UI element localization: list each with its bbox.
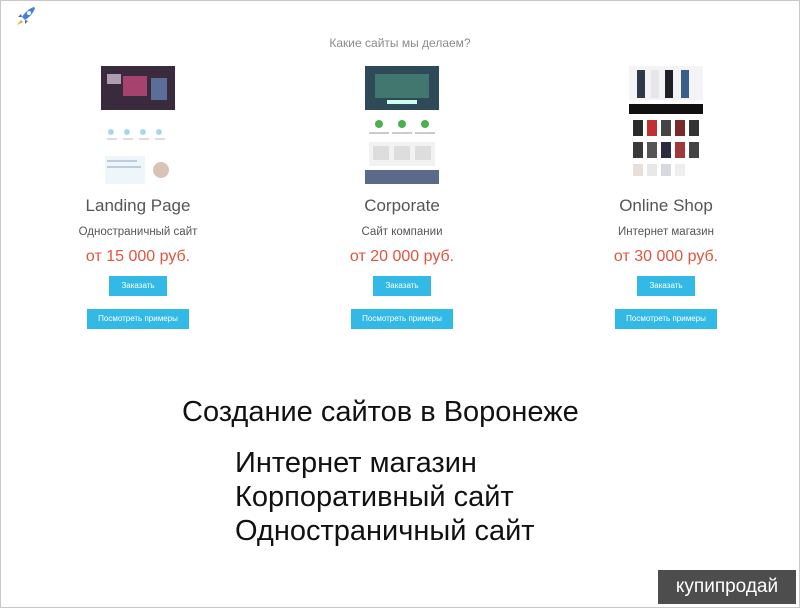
order-button[interactable]: Заказать — [637, 276, 695, 296]
watermark-badge: купипродай — [658, 570, 796, 604]
list-item: Одностраничный сайт — [235, 515, 535, 547]
list-item: Корпоративный сайт — [235, 481, 514, 513]
card-subtitle: Сайт компании — [361, 226, 443, 238]
card-title: Corporate — [364, 196, 440, 215]
card-price: от 30 000 руб. — [613, 248, 719, 265]
card-online-shop: Online Shop Интернет магазин от 30 000 р… — [576, 66, 756, 329]
list-item: Интернет магазин — [235, 447, 477, 479]
section-heading: Какие сайты мы делаем? — [329, 36, 471, 50]
card-title: Online Shop — [619, 196, 713, 215]
online-shop-preview-image — [629, 66, 703, 184]
corporate-preview-image — [365, 66, 439, 184]
view-examples-button[interactable]: Посмотреть примеры — [351, 309, 453, 329]
promo-headline: Создание сайтов в Воронеже — [182, 396, 579, 428]
view-examples-button[interactable]: Посмотреть примеры — [87, 309, 189, 329]
card-price: от 20 000 руб. — [349, 248, 455, 265]
promo-list: Интернет магазин Корпоративный сайт Одно… — [235, 446, 535, 548]
card-price: от 15 000 руб. — [85, 248, 191, 265]
order-button[interactable]: Заказать — [109, 276, 167, 296]
rocket-logo-icon[interactable] — [12, 4, 42, 30]
card-landing-page: Landing Page Одностраничный сайт от 15 0… — [48, 66, 228, 329]
card-subtitle: Интернет магазин — [618, 226, 714, 238]
landing-page-preview-image — [101, 66, 175, 184]
card-title: Landing Page — [85, 196, 191, 215]
card-subtitle: Одностраничный сайт — [78, 226, 198, 238]
order-button[interactable]: Заказать — [373, 276, 431, 296]
view-examples-button[interactable]: Посмотреть примеры — [615, 309, 717, 329]
card-corporate: Corporate Сайт компании от 20 000 руб. З… — [312, 66, 492, 329]
